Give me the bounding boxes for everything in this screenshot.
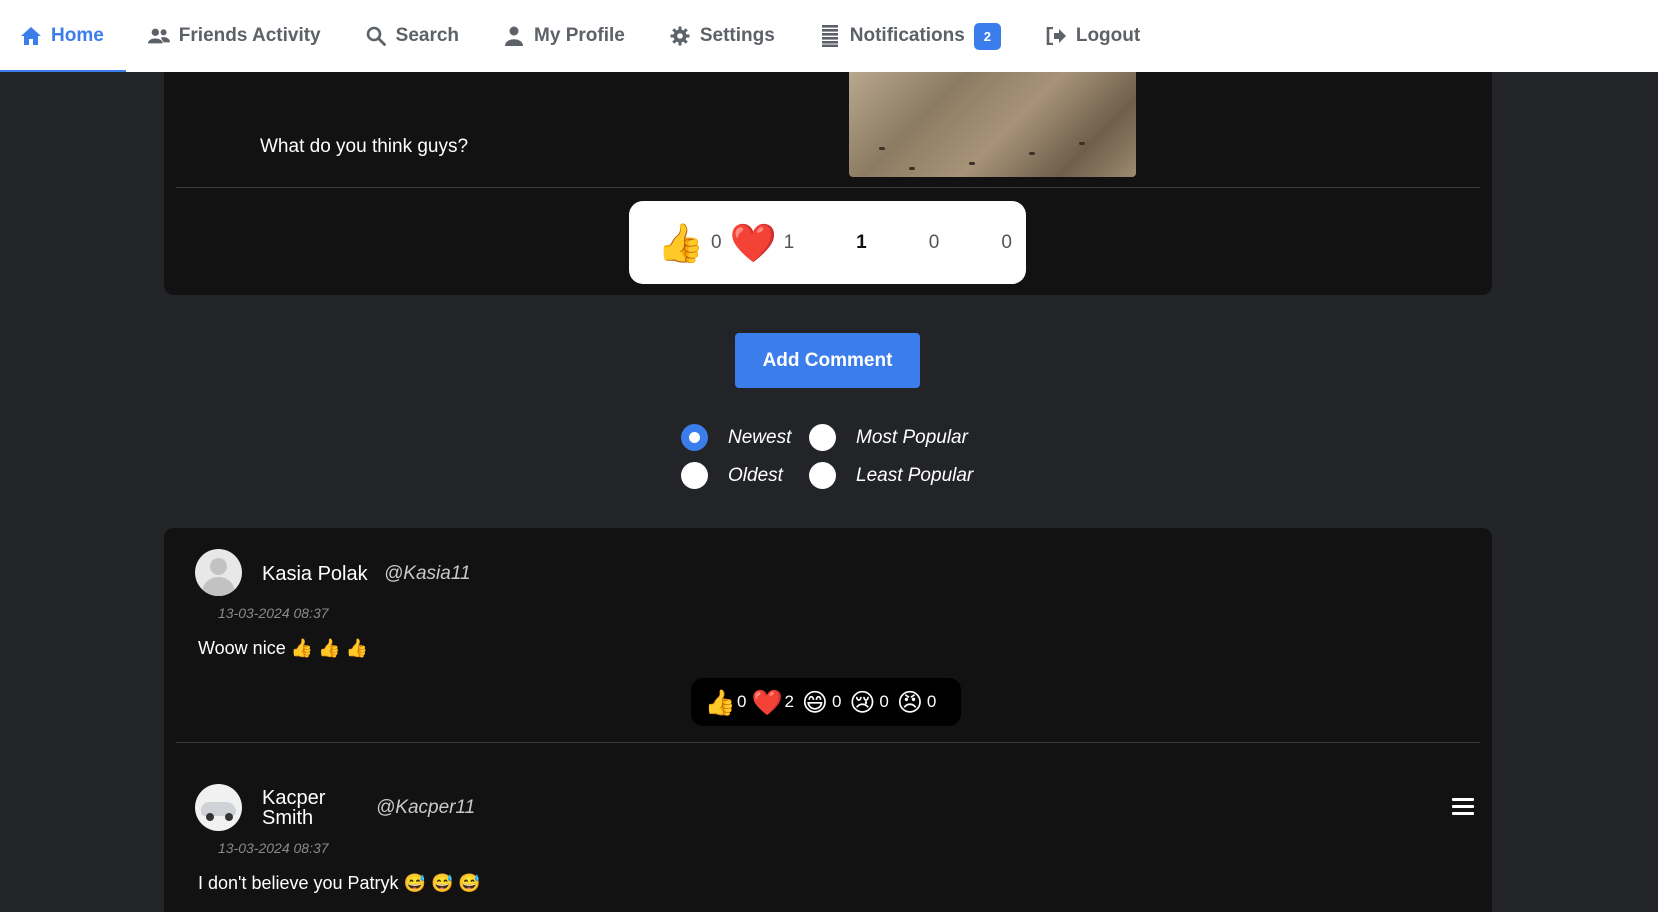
heart-icon: ❤️ bbox=[729, 220, 778, 265]
reaction-like[interactable]: 👍 0 bbox=[704, 687, 752, 717]
reaction-angry[interactable]: 😠 0 bbox=[895, 690, 942, 715]
comment-text: Woow nice 👍 👍 👍 bbox=[198, 638, 368, 658]
user-icon bbox=[503, 25, 525, 47]
comment-author-name-last[interactable]: Smith bbox=[262, 808, 313, 828]
comment-menu-icon[interactable] bbox=[1452, 798, 1476, 818]
avatar-body bbox=[202, 577, 235, 596]
search-icon bbox=[365, 25, 387, 47]
nav-search[interactable]: Search bbox=[365, 0, 459, 72]
comment-author-name-first[interactable]: Kacper bbox=[262, 788, 325, 808]
reaction-angry[interactable]: 😠 0 bbox=[947, 224, 1012, 262]
avatar-car-wheel bbox=[225, 813, 233, 821]
sort-newest[interactable]: Newest bbox=[681, 424, 791, 451]
comment-author-handle[interactable]: @Kacper11 bbox=[376, 797, 475, 819]
nav-home-label: Home bbox=[51, 25, 104, 46]
radio-newest[interactable] bbox=[681, 424, 708, 451]
menu-bar bbox=[1452, 805, 1474, 808]
sort-oldest-label: Oldest bbox=[728, 464, 783, 486]
reaction-count: 0 bbox=[928, 231, 940, 253]
nav-settings-label: Settings bbox=[699, 25, 775, 46]
avatar-car-wheel bbox=[206, 813, 214, 821]
nav-logout[interactable]: Logout bbox=[1045, 0, 1140, 72]
heart-icon: ❤️ bbox=[751, 687, 784, 717]
comment-timestamp: 13-03-2024 08:37 bbox=[218, 840, 329, 856]
post-reaction-bar: 👍 0 ❤️ 1 😄 1 😢 0 😠 0 bbox=[629, 201, 1026, 284]
nav-profile-label: My Profile bbox=[534, 25, 625, 46]
divider bbox=[176, 187, 1480, 188]
reaction-count: 0 bbox=[711, 231, 722, 253]
angry-face-icon: 😠 bbox=[951, 220, 992, 265]
post-text: What do you think guys? bbox=[260, 136, 469, 157]
reaction-count: 1 bbox=[856, 231, 867, 253]
sort-most-popular-label: Most Popular bbox=[856, 426, 968, 448]
radio-most-popular[interactable] bbox=[809, 424, 836, 451]
reaction-count: 0 bbox=[831, 692, 842, 711]
crying-face-icon: 😢 bbox=[849, 687, 876, 717]
comment-author-handle[interactable]: @Kasia11 bbox=[384, 563, 471, 585]
nav-notifications[interactable]: Notifications 2 bbox=[819, 0, 1001, 72]
laughing-face-icon: 😄 bbox=[801, 687, 828, 717]
post-image[interactable] bbox=[849, 72, 1136, 177]
comment-text: I don't believe you Patryk 😅 😅 😅 bbox=[198, 873, 481, 893]
comment-timestamp: 13-03-2024 08:37 bbox=[218, 605, 329, 621]
post-card: What do you think guys? 👍 0 ❤️ 1 😄 1 😢 0… bbox=[164, 60, 1492, 295]
reaction-like[interactable]: 👍 0 bbox=[657, 220, 722, 265]
radio-least-popular[interactable] bbox=[809, 462, 836, 489]
angry-face-icon: 😠 bbox=[896, 687, 923, 717]
reaction-count: 1 bbox=[783, 231, 795, 253]
comment-reaction-bar: 👍 0 ❤️ 2 😄 0 😢 0 😠 0 bbox=[691, 678, 961, 726]
reaction-count: 0 bbox=[879, 692, 889, 711]
reaction-count: 2 bbox=[784, 692, 794, 711]
menu-bar bbox=[1452, 798, 1474, 801]
menu-bar bbox=[1452, 812, 1474, 815]
comment-sort-options: Newest Most Popular Oldest Least Popular bbox=[681, 424, 1011, 504]
gear-icon bbox=[669, 25, 691, 47]
nav-search-label: Search bbox=[395, 25, 460, 46]
notifications-count-badge: 2 bbox=[973, 22, 1001, 50]
nav-my-profile[interactable]: My Profile bbox=[503, 0, 625, 72]
nav-logout-label: Logout bbox=[1075, 25, 1141, 46]
crying-face-icon: 😢 bbox=[878, 220, 919, 265]
reaction-sad[interactable]: 😢 0 bbox=[875, 220, 940, 265]
reaction-count: 0 bbox=[1001, 231, 1012, 253]
thumbs-up-icon: 👍 bbox=[704, 687, 736, 717]
reaction-haha[interactable]: 😄 1 bbox=[802, 220, 867, 265]
nav-friends-label: Friends Activity bbox=[178, 25, 321, 46]
divider bbox=[176, 742, 1480, 743]
laughing-face-icon: 😄 bbox=[806, 220, 846, 265]
reaction-count: 0 bbox=[926, 692, 937, 711]
nav-home[interactable]: Home bbox=[0, 0, 126, 72]
sort-most-popular[interactable]: Most Popular bbox=[809, 424, 968, 451]
home-icon bbox=[20, 25, 42, 47]
reaction-love[interactable]: ❤️ 2 bbox=[752, 690, 799, 715]
reaction-sad[interactable]: 😢 0 bbox=[847, 690, 894, 715]
reaction-love[interactable]: ❤️ 1 bbox=[729, 220, 795, 265]
avatar-head bbox=[210, 558, 227, 575]
avatar[interactable] bbox=[195, 784, 242, 831]
nav-settings[interactable]: Settings bbox=[669, 0, 775, 72]
sort-least-popular[interactable]: Least Popular bbox=[809, 462, 973, 489]
radio-oldest[interactable] bbox=[681, 462, 708, 489]
top-navbar: Home Friends Activity Search My Profile … bbox=[0, 0, 1658, 72]
sort-newest-label: Newest bbox=[728, 426, 792, 448]
reaction-haha[interactable]: 😄 0 bbox=[800, 690, 847, 715]
reaction-count: 0 bbox=[737, 692, 747, 711]
nav-friends-activity[interactable]: Friends Activity bbox=[147, 0, 321, 72]
thumbs-up-icon: 👍 bbox=[657, 220, 705, 265]
sort-oldest[interactable]: Oldest bbox=[681, 462, 783, 489]
users-icon bbox=[147, 25, 170, 47]
logout-icon bbox=[1045, 25, 1067, 47]
nav-notifications-label: Notifications bbox=[849, 25, 965, 46]
sort-least-popular-label: Least Popular bbox=[856, 464, 974, 486]
comment-author-name[interactable]: Kasia Polak bbox=[262, 564, 368, 584]
list-icon bbox=[819, 25, 841, 47]
add-comment-button[interactable]: Add Comment bbox=[735, 333, 920, 388]
comments-list: Kasia Polak @Kasia11 13-03-2024 08:37 Wo… bbox=[164, 528, 1492, 912]
avatar[interactable] bbox=[195, 549, 242, 596]
